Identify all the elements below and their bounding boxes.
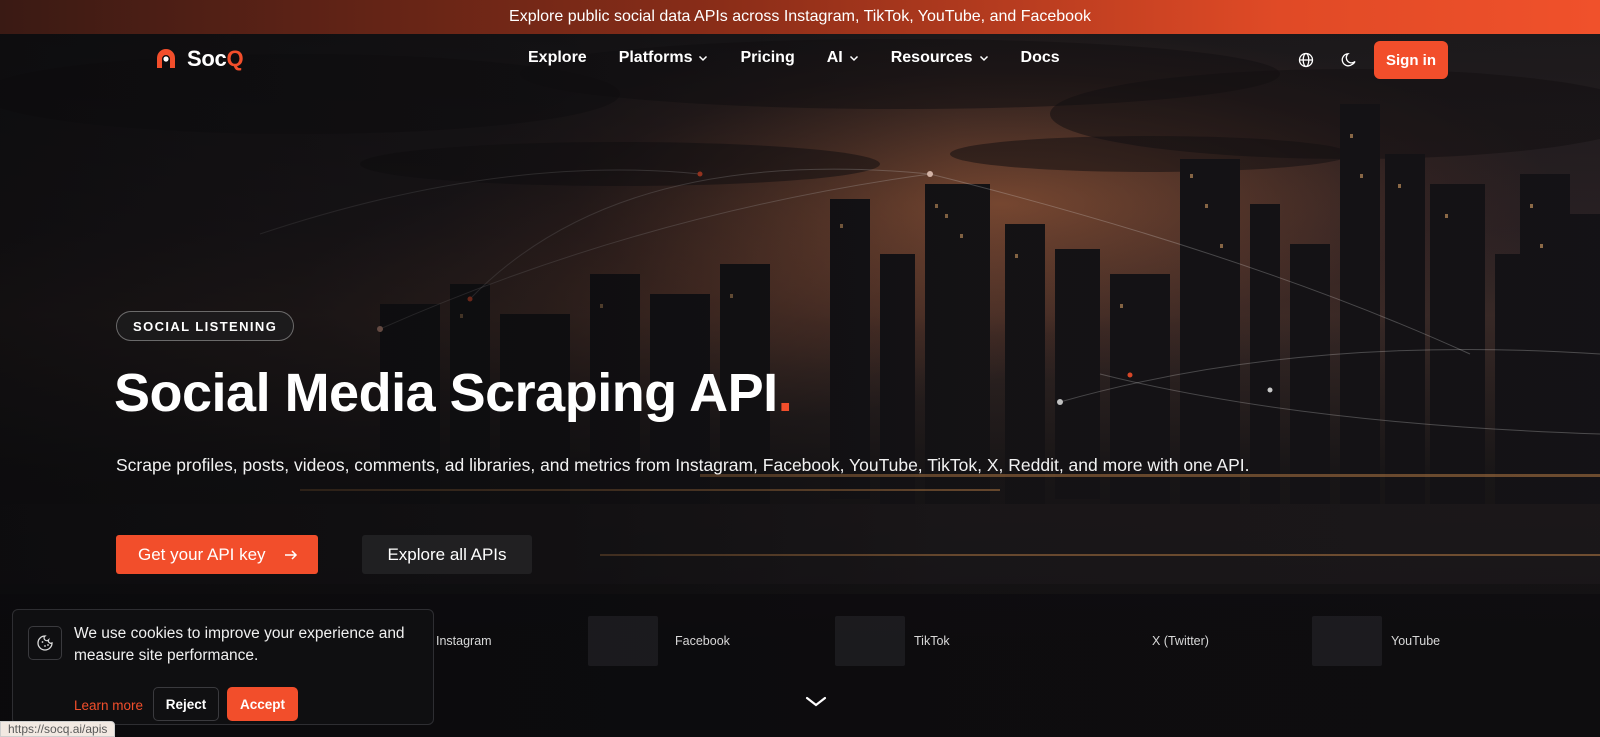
- cookie-banner: We use cookies to improve your experienc…: [12, 609, 434, 725]
- platform-thumbnail: [588, 616, 658, 666]
- brand-logo[interactable]: SocQ: [155, 46, 244, 72]
- cookie-message: We use cookies to improve your experienc…: [74, 625, 405, 664]
- scroll-down-icon[interactable]: [805, 696, 827, 708]
- nav-actions: Sign in: [1288, 41, 1448, 79]
- language-button[interactable]: [1288, 42, 1324, 78]
- top-navigation: SocQ Explore Platforms Pricing AI Resour…: [0, 34, 1600, 86]
- nav-pricing[interactable]: Pricing: [740, 49, 794, 67]
- platform-instagram[interactable]: Instagram: [436, 634, 492, 648]
- platform-x-twitter[interactable]: X (Twitter): [1152, 634, 1209, 648]
- get-api-key-button[interactable]: Get your API key: [116, 535, 318, 574]
- nav-platforms[interactable]: Platforms: [619, 49, 709, 67]
- platform-tiktok[interactable]: TikTok: [914, 634, 950, 648]
- platform-thumbnail: [835, 616, 905, 666]
- nav-docs[interactable]: Docs: [1021, 49, 1060, 67]
- main-nav: Explore Platforms Pricing AI Resources D…: [528, 49, 1092, 67]
- sign-in-button[interactable]: Sign in: [1374, 41, 1448, 79]
- theme-toggle-button[interactable]: [1331, 42, 1367, 78]
- accept-cookies-button[interactable]: Accept: [227, 687, 298, 721]
- arrow-right-icon: [284, 549, 297, 560]
- brand-name: SocQ: [187, 46, 244, 71]
- globe-icon: [1298, 52, 1314, 68]
- chevron-down-icon: [979, 55, 988, 62]
- cookie-icon: [28, 626, 62, 660]
- moon-icon: [1341, 53, 1356, 67]
- explore-all-apis-button[interactable]: Explore all APIs: [362, 535, 532, 574]
- announcement-text: Explore public social data APIs across I…: [509, 8, 1091, 25]
- chevron-down-icon: [699, 55, 708, 62]
- hero-subtitle: Scrape profiles, posts, videos, comments…: [116, 455, 1250, 475]
- platform-thumbnail: [1312, 616, 1382, 666]
- announcement-bar[interactable]: Explore public social data APIs across I…: [0, 0, 1600, 34]
- platform-youtube[interactable]: YouTube: [1391, 634, 1440, 648]
- learn-more-link[interactable]: Learn more: [74, 688, 143, 722]
- nav-explore[interactable]: Explore: [528, 49, 587, 67]
- link-status-url: https://socq.ai/apis: [0, 721, 116, 737]
- nav-resources[interactable]: Resources: [891, 49, 989, 67]
- platform-facebook[interactable]: Facebook: [675, 634, 730, 648]
- nav-ai[interactable]: AI: [827, 49, 859, 67]
- logo-icon: [157, 49, 175, 68]
- reject-cookies-button[interactable]: Reject: [153, 687, 219, 721]
- hero-badge: SOCIAL LISTENING: [116, 311, 295, 341]
- chevron-down-icon: [849, 55, 858, 62]
- page-title: Social Media Scraping API.: [114, 363, 793, 423]
